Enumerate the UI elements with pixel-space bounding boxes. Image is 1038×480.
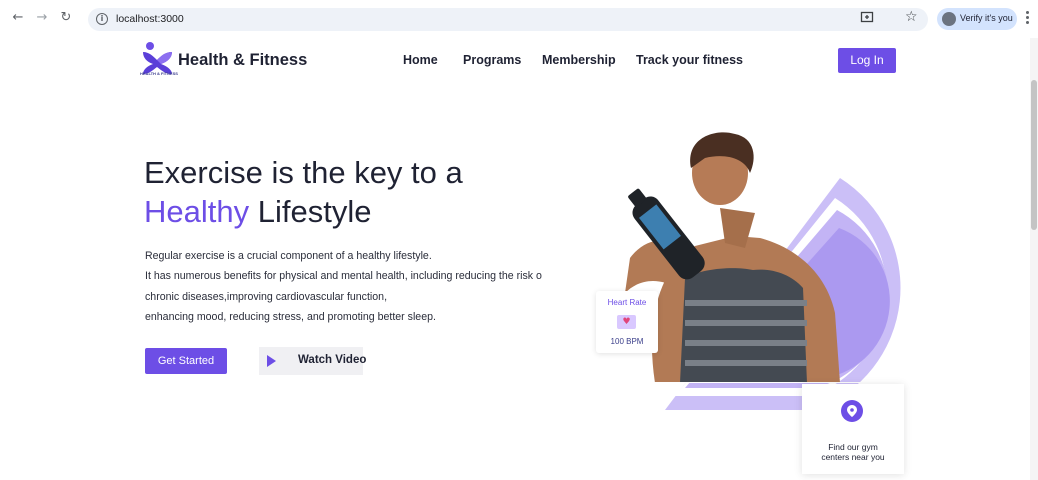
gym-locator-line1: Find our gym [828,442,878,452]
scroll-thumb[interactable] [1031,80,1037,230]
hero-illustration [585,132,915,410]
more-menu-icon[interactable] [1026,11,1030,25]
logo-caption: HEALTH & FITNESS [140,71,178,76]
nav-track-fitness[interactable]: Track your fitness [636,53,743,67]
nav-membership[interactable]: Membership [542,53,616,67]
heart-rate-card: Heart Rate ♥ 100 BPM [596,291,658,353]
gym-locator-line2: centers near you [821,452,885,462]
avatar [942,12,956,26]
heart-icon: ♥ [617,315,636,329]
hero-title-line1: Exercise is the key to a [144,155,463,190]
url-text: localhost:3000 [116,13,184,25]
hero-title-accent: Healthy [144,194,250,229]
gym-locator-card[interactable]: Find our gym centers near you [802,384,904,474]
browser-toolbar: ← → ↻ i localhost:3000 ☆ Verify it's you [0,0,1038,38]
get-started-button[interactable]: Get Started [145,348,227,374]
back-icon[interactable]: ← [9,9,27,27]
watch-video-label: Watch Video [298,354,367,366]
login-button[interactable]: Log In [838,48,896,73]
location-pin-icon [841,400,863,422]
forward-icon[interactable]: → [33,9,51,27]
brand-name[interactable]: Health & Fitness [178,51,307,70]
gym-locator-text: Find our gym centers near you [802,442,904,462]
hero-paragraph-line3: chronic diseases,improving cardiovascula… [145,291,388,303]
hero-paragraph-line1: Regular exercise is a crucial component … [145,250,432,262]
nav-programs[interactable]: Programs [463,53,521,67]
reload-icon[interactable]: ↻ [57,9,75,27]
info-icon[interactable]: i [96,13,108,25]
play-icon [267,355,276,367]
hero-title-line2: Healthy Lifestyle [144,193,371,231]
install-app-icon[interactable] [860,10,874,24]
nav-home[interactable]: Home [403,53,438,67]
watch-video-button[interactable]: Watch Video [259,347,367,375]
profile-verify-button[interactable]: Verify it's you [937,8,1017,30]
hero-title-rest: Lifestyle [257,194,372,229]
hero-paragraph-line2: It has numerous benefits for physical an… [145,270,542,282]
profile-label: Verify it's you [960,13,1013,23]
page-scrollbar[interactable] [1030,38,1038,480]
address-bar[interactable]: i localhost:3000 [88,8,928,31]
heart-rate-title: Heart Rate [607,298,647,307]
bookmark-star-icon[interactable]: ☆ [905,9,918,25]
heart-rate-value: 100 BPM [610,337,644,346]
hero-paragraph-line4: enhancing mood, reducing stress, and pro… [145,311,436,323]
